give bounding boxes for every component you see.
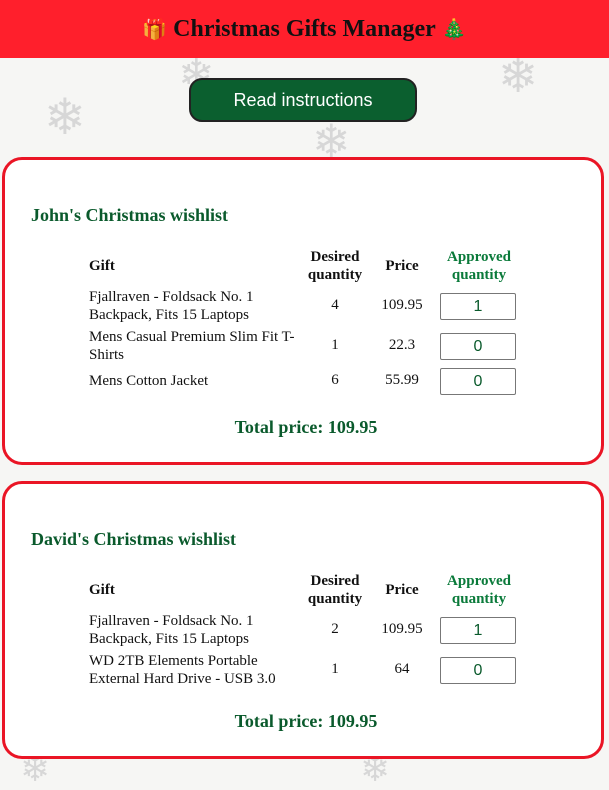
wishlist-title: David's Christmas wishlist bbox=[31, 529, 237, 549]
app-header: 🎁 Christmas Gifts Manager 🎄 bbox=[0, 0, 609, 58]
table-row-desired: 1 bbox=[331, 661, 339, 677]
snowflake-icon: ❄ bbox=[498, 48, 539, 104]
table-row-desired: 1 bbox=[331, 337, 339, 353]
table-row-desired: 6 bbox=[331, 372, 339, 388]
table-row-desired: 2 bbox=[331, 621, 339, 637]
table-row-price: 109.95 bbox=[381, 297, 423, 313]
table-row-gift: Mens Cotton Jacket bbox=[89, 373, 209, 389]
column-header-gift: Gift bbox=[89, 258, 115, 274]
wishlist-card-john: John's Christmas wishlist Gift Desired qu… bbox=[2, 157, 604, 465]
table-row-gift: WD 2TB Elements Portable External Hard D… bbox=[89, 653, 276, 687]
approved-quantity-input[interactable] bbox=[440, 293, 516, 320]
approved-quantity-input[interactable] bbox=[440, 333, 516, 360]
wishlist-title: John's Christmas wishlist bbox=[31, 205, 229, 225]
table-row-price: 64 bbox=[394, 661, 410, 677]
total-price: Total price: 109.95 bbox=[234, 711, 378, 731]
snowflake-icon: ❄ bbox=[44, 88, 86, 146]
approved-quantity-input[interactable] bbox=[440, 368, 516, 395]
gift-icon: 🎁 bbox=[142, 17, 168, 41]
column-header-approved: Approved quantity bbox=[447, 573, 511, 607]
column-header-price: Price bbox=[385, 258, 419, 274]
wishlist-card-david: David's Christmas wishlist Gift Desired q… bbox=[2, 481, 604, 759]
christmas-tree-icon: 🎄 bbox=[441, 17, 467, 41]
column-header-price: Price bbox=[385, 582, 419, 598]
approved-quantity-input[interactable] bbox=[440, 657, 516, 684]
approved-quantity-input[interactable] bbox=[440, 617, 516, 644]
column-header-desired: Desired quantity bbox=[307, 573, 363, 607]
table-row-price: 109.95 bbox=[381, 621, 423, 637]
table-row-gift: Mens Casual Premium Slim Fit T-Shirts bbox=[89, 329, 295, 363]
column-header-approved: Approved quantity bbox=[447, 249, 511, 283]
column-header-gift: Gift bbox=[89, 582, 115, 598]
table-row-price: 22.3 bbox=[388, 337, 416, 353]
table-row-gift: Fjallraven - Foldsack No. 1 Backpack, Fi… bbox=[89, 613, 254, 647]
table-row-price: 55.99 bbox=[385, 372, 419, 388]
table-row-desired: 4 bbox=[331, 297, 339, 313]
app-title: Christmas Gifts Manager bbox=[173, 15, 436, 42]
read-instructions-button[interactable]: Read instructions bbox=[189, 78, 417, 122]
table-row-gift: Fjallraven - Foldsack No. 1 Backpack, Fi… bbox=[89, 289, 254, 323]
total-price: Total price: 109.95 bbox=[234, 417, 378, 437]
column-header-desired: Desired quantity bbox=[307, 249, 363, 283]
